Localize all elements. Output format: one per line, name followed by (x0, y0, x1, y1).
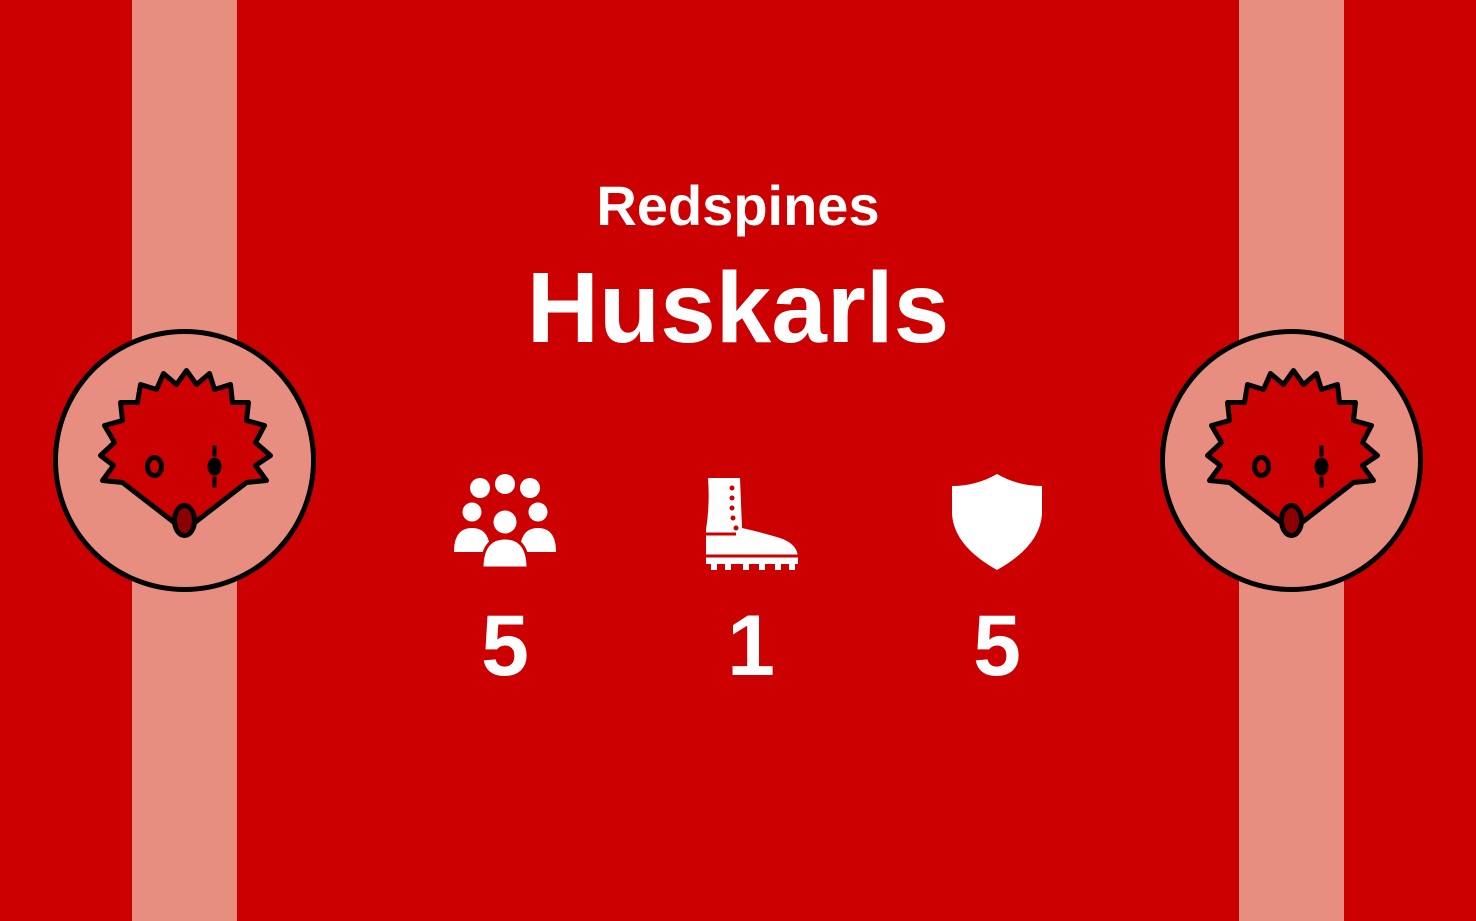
unit-card: Redspines Huskarls 5 1 5 (0, 0, 1476, 921)
stat-move: 1 (691, 470, 811, 696)
boot-icon (706, 478, 798, 570)
stat-models: 5 (445, 470, 565, 696)
hedgehog-emblem-right (1160, 329, 1423, 592)
hedgehog-icon (1160, 329, 1423, 592)
unit-name: Huskarls (526, 252, 950, 364)
stat-value-move: 1 (727, 598, 775, 694)
group-icon (454, 474, 556, 570)
shield-icon (952, 474, 1042, 570)
faction-name: Redspines (596, 174, 880, 237)
hedgehog-icon (53, 329, 316, 592)
stat-value-save: 5 (973, 598, 1021, 694)
hedgehog-emblem-left (53, 329, 316, 592)
stat-value-models: 5 (481, 598, 529, 694)
stat-save: 5 (937, 470, 1057, 696)
